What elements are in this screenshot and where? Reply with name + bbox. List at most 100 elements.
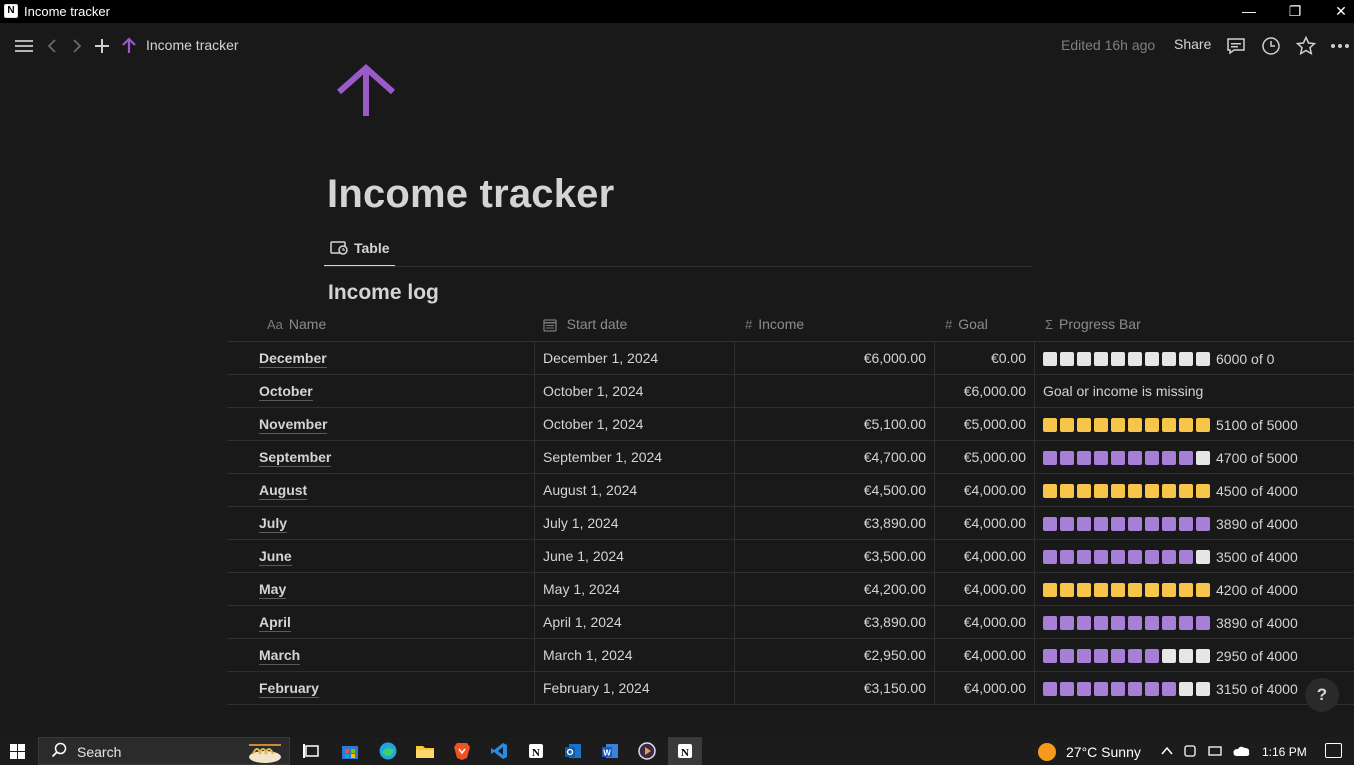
restore-button[interactable]: ❐ [1272, 0, 1318, 23]
database-title[interactable]: Income log [328, 281, 439, 305]
table-row[interactable]: August August 1, 2024 €4,500.00 €4,000.00 45… [227, 474, 1354, 507]
minimize-button[interactable]: — [1226, 0, 1272, 23]
goal-cell[interactable]: €5,000.00 [935, 441, 1026, 474]
row-name-cell[interactable]: November [259, 408, 328, 441]
start-date-cell[interactable]: September 1, 2024 [543, 441, 662, 474]
word-icon[interactable]: W [600, 741, 620, 761]
progress-bar-cell[interactable]: 3890 of 4000 [1043, 606, 1298, 639]
comments-icon[interactable] [1226, 23, 1246, 67]
more-options-icon[interactable] [1330, 23, 1350, 67]
start-date-cell[interactable]: June 1, 2024 [543, 540, 624, 573]
windows-start-icon[interactable] [10, 744, 26, 760]
row-name-cell[interactable]: March [259, 639, 301, 672]
row-name-link[interactable]: May [259, 581, 287, 599]
breadcrumb-page-title[interactable]: Income tracker [146, 37, 239, 53]
row-name-cell[interactable]: July [259, 507, 288, 540]
income-cell[interactable]: €3,890.00 [735, 606, 926, 639]
row-name-link[interactable]: October [259, 383, 313, 401]
row-name-link[interactable]: August [259, 482, 308, 500]
goal-cell[interactable]: €4,000.00 [935, 507, 1026, 540]
goal-cell[interactable]: €4,000.00 [935, 474, 1026, 507]
share-button[interactable]: Share [1174, 36, 1211, 52]
column-header-start-date[interactable]: Start date [543, 308, 627, 341]
history-clock-icon[interactable] [1261, 23, 1281, 67]
income-cell[interactable]: €3,150.00 [735, 672, 926, 705]
row-name-link[interactable]: March [259, 647, 301, 665]
start-date-cell[interactable]: March 1, 2024 [543, 639, 633, 672]
start-date-cell[interactable]: August 1, 2024 [543, 474, 637, 507]
goal-cell[interactable]: €5,000.00 [935, 408, 1026, 441]
row-name-cell[interactable]: February [259, 672, 319, 705]
start-date-cell[interactable]: February 1, 2024 [543, 672, 650, 705]
goal-cell[interactable]: €4,000.00 [935, 573, 1026, 606]
table-row[interactable]: May May 1, 2024 €4,200.00 €4,000.00 4200 of … [227, 573, 1354, 606]
back-arrow-icon[interactable] [46, 23, 58, 67]
progress-bar-cell[interactable]: 3890 of 4000 [1043, 507, 1298, 540]
goal-cell[interactable]: €4,000.00 [935, 672, 1026, 705]
start-date-cell[interactable]: October 1, 2024 [543, 375, 643, 408]
media-player-icon[interactable] [637, 741, 657, 761]
table-row[interactable]: June June 1, 2024 €3,500.00 €4,000.00 3500 o… [227, 540, 1354, 573]
row-name-link[interactable]: September [259, 449, 332, 467]
weather-text[interactable]: 27°C Sunny [1066, 744, 1141, 760]
income-cell[interactable]: €2,950.00 [735, 639, 926, 672]
row-name-cell[interactable]: May [259, 573, 287, 606]
income-cell[interactable]: €3,890.00 [735, 507, 926, 540]
column-header-income[interactable]: # Income [745, 308, 804, 341]
table-row[interactable]: September September 1, 2024 €4,700.00 €5,00… [227, 441, 1354, 474]
system-tray[interactable] [1160, 742, 1270, 763]
favorite-star-icon[interactable] [1295, 23, 1317, 67]
income-cell[interactable]: €6,000.00 [735, 342, 926, 375]
progress-bar-cell[interactable]: 4500 of 4000 [1043, 474, 1298, 507]
progress-bar-cell[interactable]: 3500 of 4000 [1043, 540, 1298, 573]
row-name-cell[interactable]: June [259, 540, 292, 573]
income-cell[interactable]: €4,200.00 [735, 573, 926, 606]
start-date-cell[interactable]: October 1, 2024 [543, 408, 643, 441]
goal-cell[interactable]: €4,000.00 [935, 639, 1026, 672]
notion-taskbar-icon[interactable]: N [526, 741, 546, 761]
row-name-link[interactable]: February [259, 680, 319, 698]
progress-bar-cell[interactable]: 5100 of 5000 [1043, 408, 1298, 441]
column-header-goal[interactable]: # Goal [945, 308, 988, 341]
microsoft-store-icon[interactable] [340, 741, 360, 761]
row-name-cell[interactable]: December [259, 342, 327, 375]
start-date-cell[interactable]: April 1, 2024 [543, 606, 622, 639]
row-name-cell[interactable]: October [259, 375, 313, 408]
row-name-link[interactable]: June [259, 548, 292, 566]
forward-arrow-icon[interactable] [71, 23, 83, 67]
row-name-cell[interactable]: September [259, 441, 332, 474]
row-name-cell[interactable]: August [259, 474, 308, 507]
row-name-link[interactable]: December [259, 350, 327, 368]
row-name-link[interactable]: April [259, 614, 291, 632]
income-cell[interactable]: €3,500.00 [735, 540, 926, 573]
row-name-link[interactable]: November [259, 416, 328, 434]
notification-center-icon[interactable] [1325, 743, 1342, 758]
brave-browser-icon[interactable] [452, 741, 472, 761]
income-cell[interactable]: €4,700.00 [735, 441, 926, 474]
taskbar-search-box[interactable]: Search [38, 737, 290, 765]
income-cell[interactable] [735, 375, 926, 408]
sidebar-menu-icon[interactable] [14, 23, 34, 67]
start-date-cell[interactable]: May 1, 2024 [543, 573, 620, 606]
close-button[interactable]: ✕ [1318, 0, 1354, 23]
tab-table-view[interactable]: Table [324, 236, 395, 267]
progress-bar-cell[interactable]: Goal or income is missing [1043, 375, 1203, 408]
table-row[interactable]: November October 1, 2024 €5,100.00 €5,000.0… [227, 408, 1354, 441]
income-cell[interactable]: €5,100.00 [735, 408, 926, 441]
edge-browser-icon[interactable] [378, 741, 398, 761]
goal-cell[interactable]: €4,000.00 [935, 606, 1026, 639]
progress-bar-cell[interactable]: 2950 of 4000 [1043, 639, 1298, 672]
start-date-cell[interactable]: July 1, 2024 [543, 507, 619, 540]
start-date-cell[interactable]: December 1, 2024 [543, 342, 658, 375]
new-page-plus-icon[interactable] [94, 23, 110, 67]
row-name-link[interactable]: July [259, 515, 288, 533]
page-arrow-up-icon[interactable] [334, 63, 398, 120]
vscode-icon[interactable] [489, 741, 509, 761]
row-name-cell[interactable]: April [259, 606, 291, 639]
progress-bar-cell[interactable]: 4700 of 5000 [1043, 441, 1298, 474]
page-title[interactable]: Income tracker [327, 172, 614, 217]
table-row[interactable]: December December 1, 2024 €6,000.00 €0.00 60… [227, 342, 1354, 375]
goal-cell[interactable]: €4,000.00 [935, 540, 1026, 573]
progress-bar-cell[interactable]: 4200 of 4000 [1043, 573, 1298, 606]
table-row[interactable]: April April 1, 2024 €3,890.00 €4,000.00 3890… [227, 606, 1354, 639]
